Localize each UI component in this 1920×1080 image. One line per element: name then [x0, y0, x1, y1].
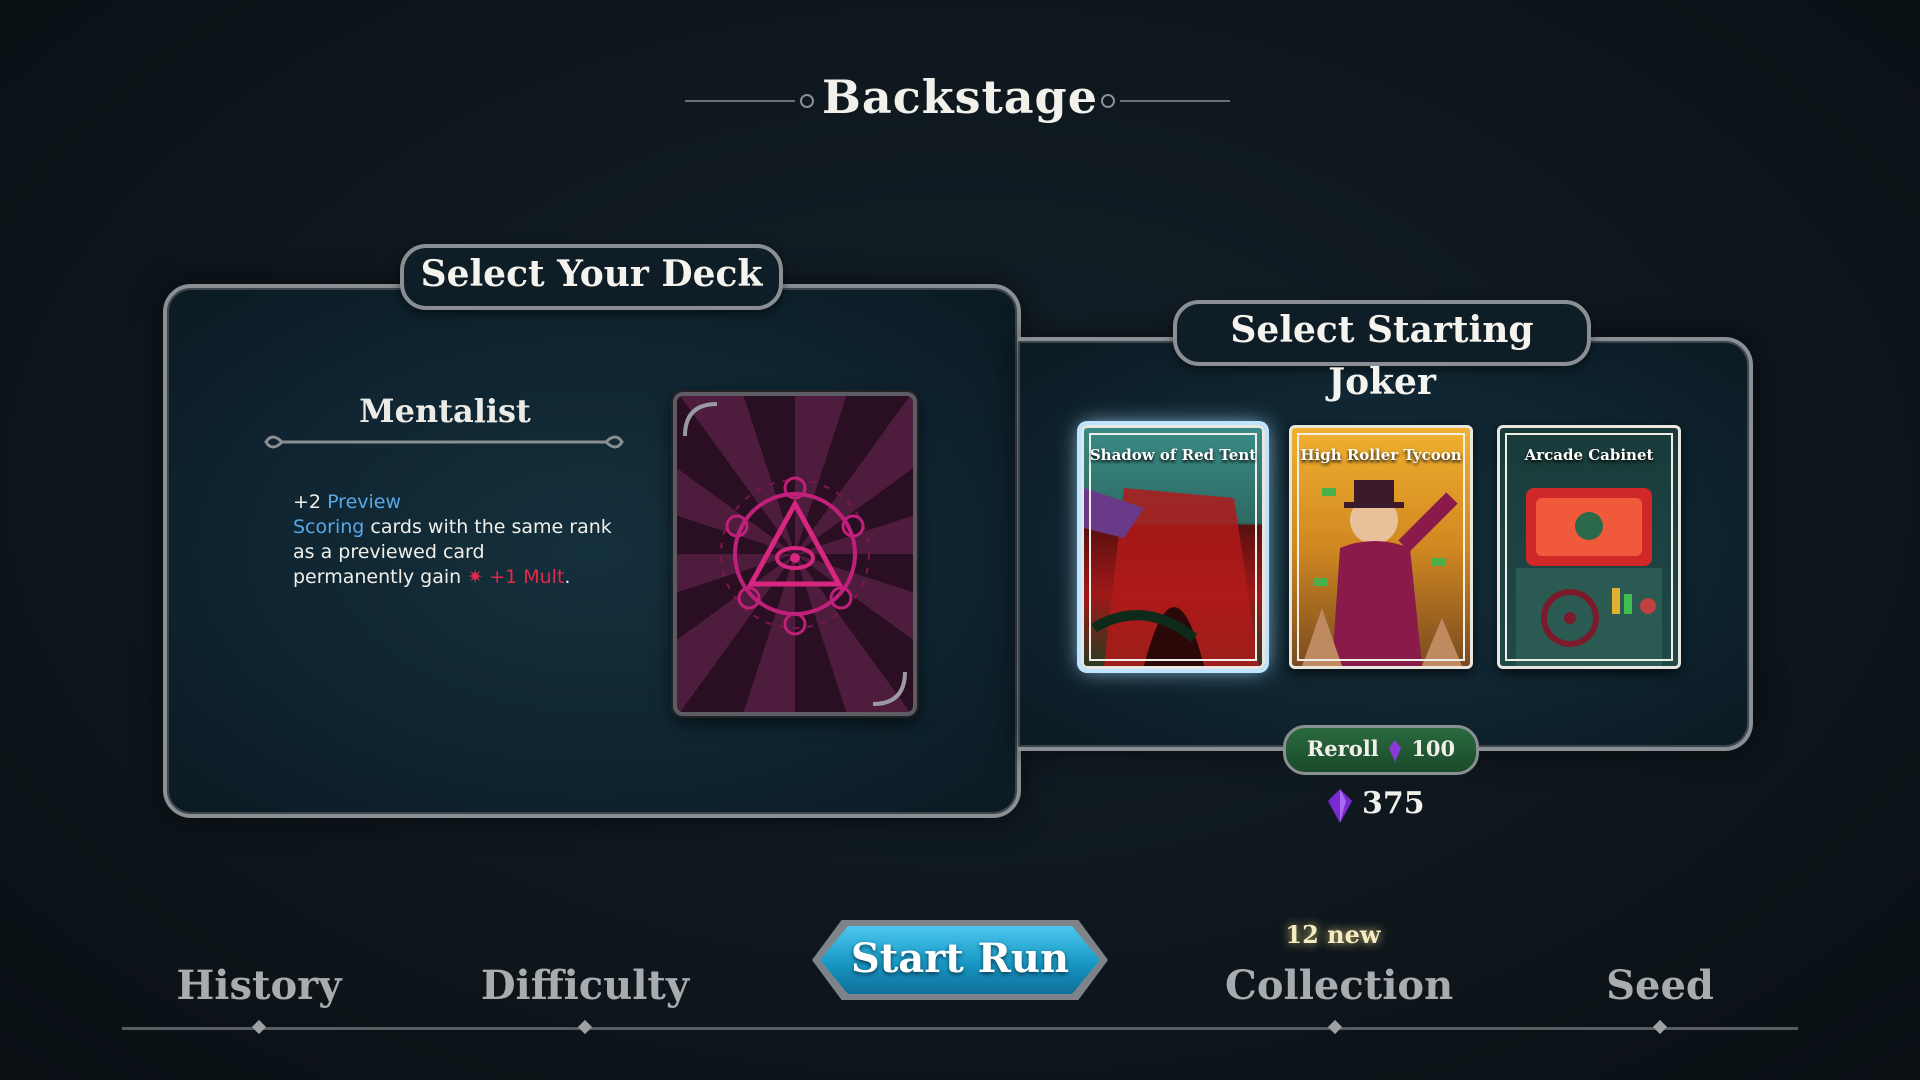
joker-card-shadow-of-red-tent[interactable]: Shadow of Red Tent — [1081, 425, 1265, 669]
nav-marker — [1327, 1019, 1343, 1035]
currency-amount: 375 — [1362, 786, 1425, 821]
deck-description: +2 Preview Scoring cards with the same r… — [293, 490, 613, 590]
joker-name: Arcade Cabinet — [1524, 446, 1654, 464]
deck-panel-title: Select Your Deck — [400, 244, 783, 310]
preview-keyword: Preview — [327, 491, 402, 513]
desc-text: cards with the same rank — [364, 516, 612, 538]
nav-collection[interactable]: Collection — [1225, 962, 1453, 1009]
reroll-label: Reroll — [1306, 736, 1379, 761]
reroll-cost: 100 — [1411, 736, 1456, 761]
purple-crystal-icon — [1328, 789, 1352, 823]
purple-crystal-icon — [1389, 739, 1401, 762]
scoring-keyword: Scoring — [293, 516, 365, 538]
deck-name-underline — [264, 435, 624, 449]
deck-name: Mentalist — [359, 392, 531, 430]
reroll-button[interactable]: Reroll 100 — [1283, 725, 1479, 775]
joker-name: High Roller Tycoon — [1300, 446, 1462, 464]
joker-card-arcade-cabinet[interactable]: Arcade Cabinet — [1497, 425, 1681, 669]
joker-name: Shadow of Red Tent — [1089, 446, 1257, 464]
joker-card-high-roller-tycoon[interactable]: High Roller Tycoon — [1289, 425, 1473, 669]
page-title: Backstage — [822, 70, 1098, 124]
burst-icon: ✷ — [467, 566, 484, 588]
nav-marker — [577, 1019, 593, 1035]
all-seeing-eye-icon — [683, 402, 907, 706]
nav-marker — [251, 1019, 267, 1035]
title-ornament-right — [1101, 94, 1230, 108]
nav-difficulty[interactable]: Difficulty — [475, 962, 695, 1009]
collection-new-badge: 12 new — [1285, 920, 1381, 949]
bottom-nav-rail — [122, 1027, 1798, 1030]
nav-history[interactable]: History — [149, 962, 369, 1009]
desc-text: permanently gain — [293, 566, 468, 588]
desc-text: +2 — [293, 491, 328, 513]
nav-seed[interactable]: Seed — [1550, 962, 1770, 1009]
start-run-button[interactable]: Start Run — [820, 926, 1100, 994]
mult-keyword: +1 Mult — [483, 566, 565, 588]
joker-panel-title: Select Starting Joker — [1173, 300, 1591, 403]
nav-marker — [1652, 1019, 1668, 1035]
desc-text: as a previewed card — [293, 541, 485, 563]
desc-text: . — [564, 566, 571, 588]
deck-card-back[interactable] — [673, 392, 917, 716]
